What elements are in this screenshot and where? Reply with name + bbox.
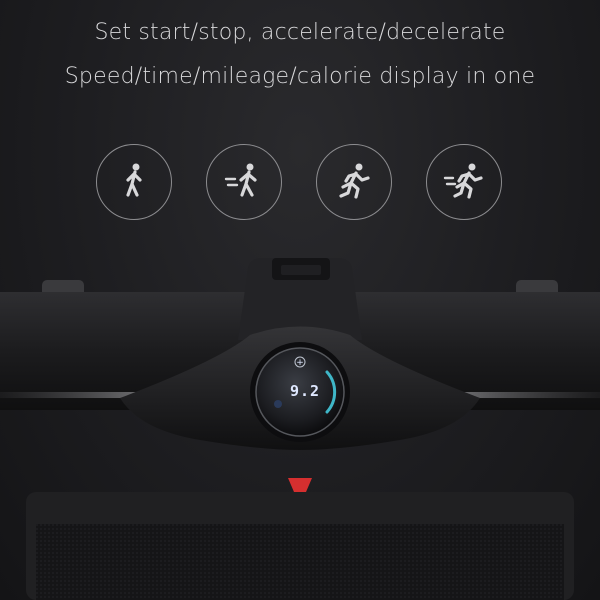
- run-mode-button: [316, 144, 392, 220]
- walk-fast-icon: [224, 163, 257, 197]
- run-fast-icon: [443, 163, 483, 199]
- plus-symbol: +: [296, 358, 304, 368]
- walk-mode-button: [96, 144, 172, 220]
- headline-controls: Set start/stop, accelerate/decelerate: [94, 20, 506, 45]
- safety-key-tab: [288, 478, 312, 492]
- headline-display: Speed/time/mileage/calorie display in on…: [64, 64, 536, 89]
- walk-fast-mode-button: [206, 144, 282, 220]
- run-icon: [339, 163, 370, 199]
- walk-icon: [126, 163, 142, 197]
- speed-mode-row: [0, 144, 600, 224]
- treadmill-console: + 9.2: [0, 258, 600, 600]
- speed-readout: 9.2: [290, 382, 320, 400]
- run-fast-mode-button: [426, 144, 502, 220]
- phone-clip-slot: [281, 265, 321, 275]
- running-belt: [36, 524, 564, 600]
- sensor-dot: [274, 400, 282, 408]
